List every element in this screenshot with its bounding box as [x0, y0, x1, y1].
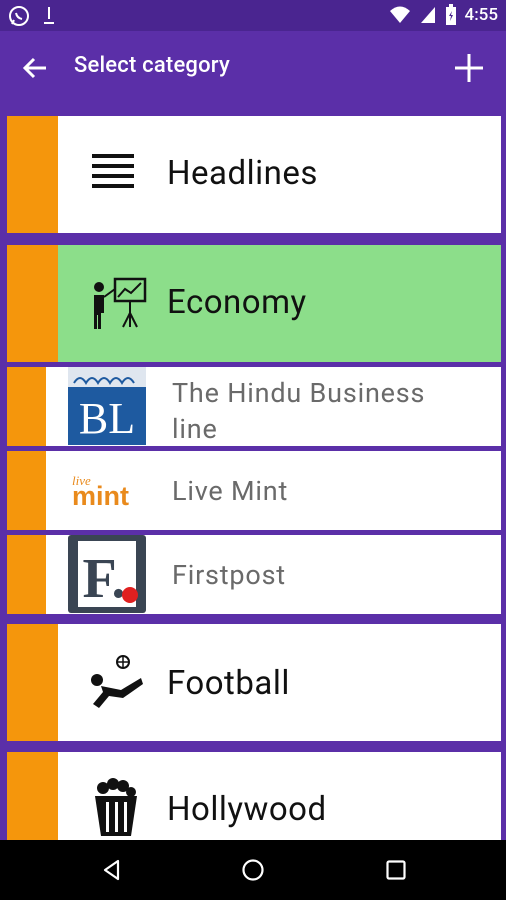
status-time: 4:55 [464, 5, 498, 25]
home-circle-icon[interactable] [241, 858, 265, 882]
accent-bar [7, 367, 46, 446]
wifi-icon [389, 6, 410, 23]
accent-bar [7, 116, 58, 233]
source-item-livemint[interactable]: live mint Live Mint [7, 451, 501, 530]
download-icon [44, 7, 54, 24]
whatsapp-icon [9, 6, 29, 26]
category-label: Football [167, 664, 290, 703]
accent-bar [7, 535, 46, 614]
firstpost-logo: F. [68, 535, 146, 613]
page-title: Select category [74, 53, 230, 78]
presenter-chart-icon [94, 277, 147, 329]
plus-icon[interactable] [452, 51, 486, 85]
category-label: Headlines [167, 154, 318, 193]
category-item-football[interactable]: Football [7, 624, 501, 741]
popcorn-icon [95, 778, 137, 836]
arrow-left-icon[interactable] [20, 53, 50, 83]
accent-bar [7, 624, 58, 741]
navigation-bar [0, 840, 506, 900]
football-kick-icon [91, 655, 143, 708]
category-list: Headlines Economy BL The Hindu Business … [0, 104, 506, 840]
source-label: Firstpost [172, 559, 286, 591]
logo-text: F. [82, 548, 125, 610]
category-item-headlines[interactable]: Headlines [7, 116, 501, 233]
category-label: Hollywood [167, 790, 327, 829]
accent-bar [7, 752, 58, 840]
app-bar: Select category [0, 31, 506, 104]
category-item-hollywood[interactable]: Hollywood [7, 752, 501, 840]
source-label: The Hindu Business line [172, 377, 426, 445]
signal-icon [420, 7, 435, 23]
battery-icon [445, 4, 456, 25]
logo-text: mint [72, 481, 129, 511]
category-item-economy[interactable]: Economy [7, 245, 501, 362]
source-label: Live Mint [172, 475, 289, 507]
hindu-businessline-logo: BL [68, 367, 146, 445]
accent-bar [7, 245, 58, 362]
back-triangle-icon[interactable] [100, 858, 124, 882]
livemint-logo: live mint [72, 473, 129, 511]
logo-text: BL [79, 394, 135, 443]
category-label: Economy [167, 283, 307, 322]
list-lines-icon [92, 154, 134, 188]
status-bar: 4:55 [0, 0, 506, 31]
source-item-firstpost[interactable]: F. Firstpost [7, 535, 501, 614]
recents-square-icon[interactable] [384, 858, 408, 882]
source-item-hindu-businessline[interactable]: BL The Hindu Business line [7, 367, 501, 446]
accent-bar [7, 451, 46, 530]
